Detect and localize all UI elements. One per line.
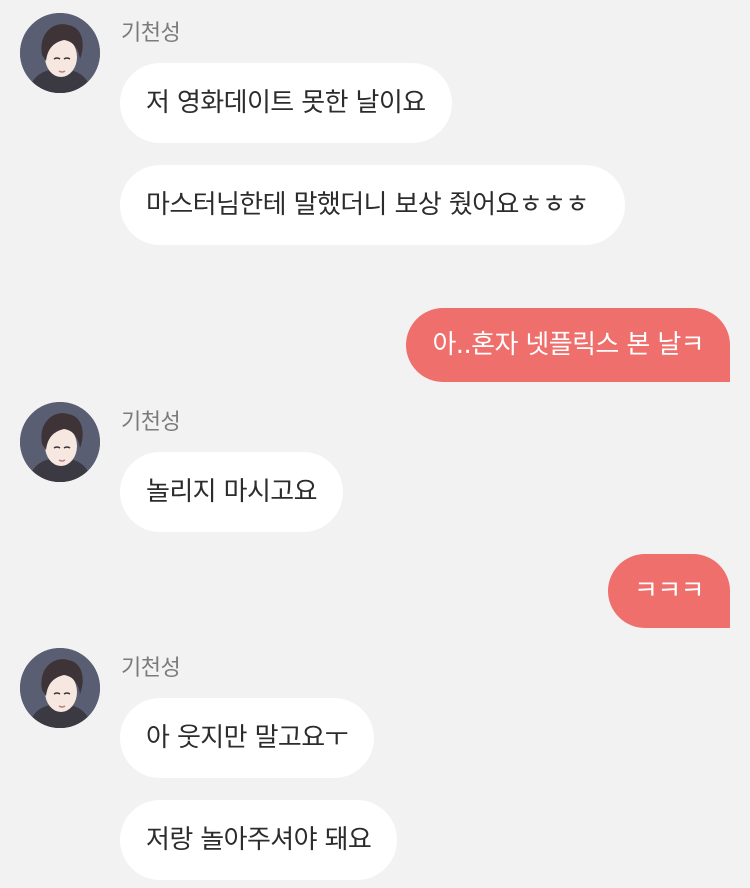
- sender-avatar[interactable]: [20, 402, 100, 482]
- message-bubble[interactable]: 저랑 놀아주셔야 돼요: [120, 800, 398, 880]
- sender-name: 기천성: [121, 21, 181, 46]
- avatar-illustration: [20, 402, 100, 482]
- message-bubble[interactable]: 놀리지 마시고요: [120, 452, 343, 532]
- avatar-illustration: [20, 648, 100, 728]
- sender-avatar[interactable]: [20, 13, 100, 93]
- sender-name: 기천성: [121, 656, 181, 681]
- my-message-bubble[interactable]: 아..혼자 넷플릭스 본 날ㅋ: [406, 308, 730, 382]
- avatar-illustration: [20, 13, 100, 93]
- message-bubble[interactable]: 아 웃지만 말고요ㅜ: [120, 698, 374, 778]
- sender-name: 기천성: [121, 410, 181, 435]
- message-bubble[interactable]: 저 영화데이트 못한 날이요: [120, 63, 452, 143]
- my-message-bubble[interactable]: ㅋㅋㅋ: [608, 554, 730, 628]
- sender-avatar[interactable]: [20, 648, 100, 728]
- message-bubble[interactable]: 마스터님한테 말했더니 보상 줬어요ㅎㅎㅎ: [120, 165, 625, 245]
